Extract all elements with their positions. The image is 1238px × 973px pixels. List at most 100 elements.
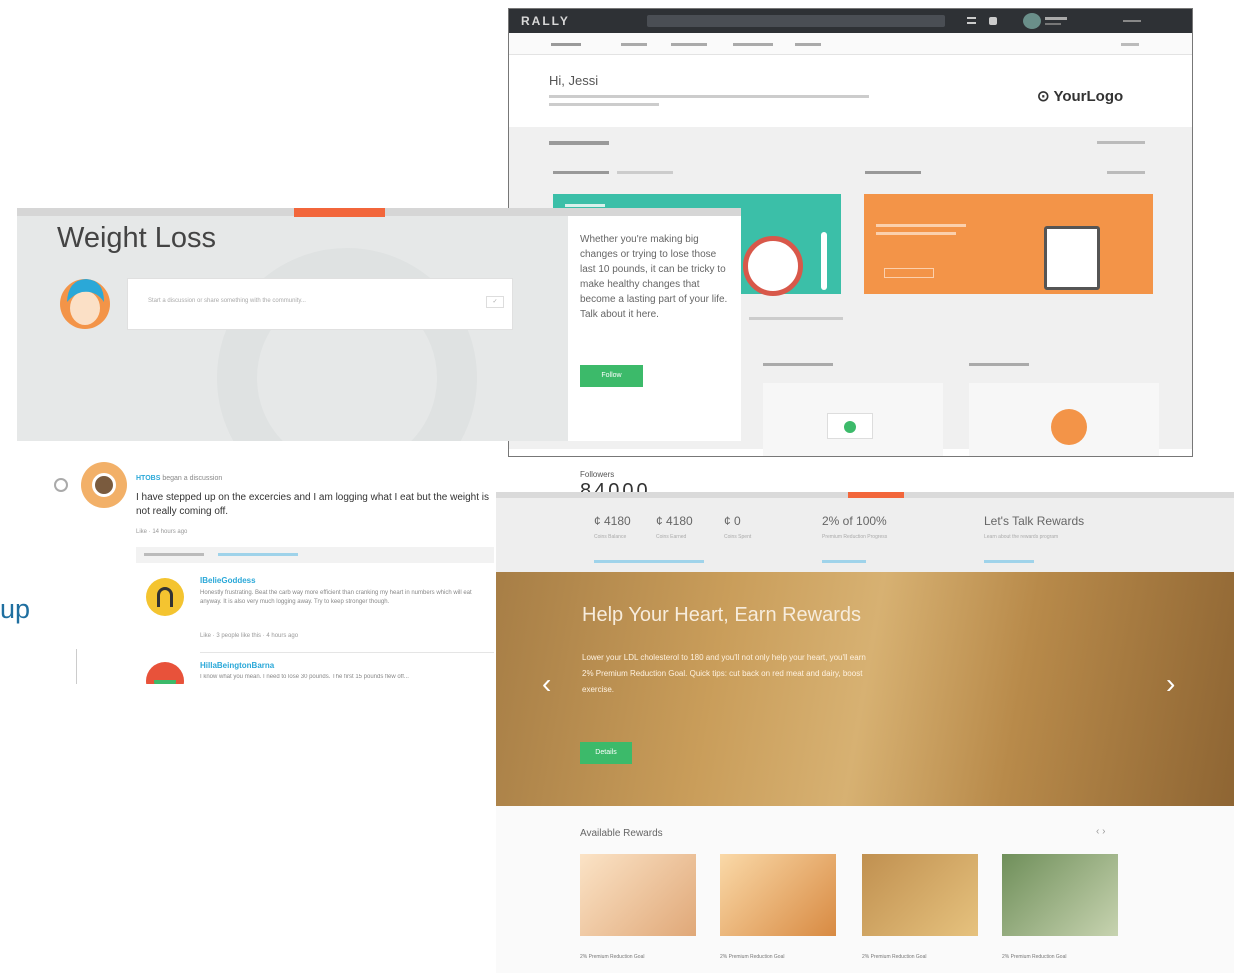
card-label bbox=[565, 204, 605, 207]
nav-item-challenges[interactable] bbox=[671, 43, 707, 46]
card-text bbox=[876, 224, 966, 227]
reward-image[interactable] bbox=[580, 854, 696, 936]
stat-value: ¢ 4180 bbox=[594, 514, 631, 528]
avatar[interactable] bbox=[1023, 13, 1041, 29]
card-2-title bbox=[865, 171, 921, 174]
stat-value: Let's Talk Rewards bbox=[984, 514, 1085, 528]
greeting: Hi, Jessi bbox=[549, 73, 599, 88]
rewards-screenshot: ¢ 4180 Coins Balance ¢ 4180 Coins Earned… bbox=[496, 492, 1234, 973]
welcome-text bbox=[549, 95, 869, 98]
reward-image[interactable] bbox=[720, 854, 836, 936]
menu-icon[interactable] bbox=[967, 17, 976, 24]
background-watermark-icon bbox=[217, 248, 477, 441]
heart-icon bbox=[1051, 409, 1087, 445]
view-comments-link[interactable] bbox=[218, 553, 298, 556]
reward-image[interactable] bbox=[1002, 854, 1118, 936]
nav-item-dashboard[interactable] bbox=[551, 43, 581, 46]
card-1-title bbox=[553, 171, 609, 174]
stats-bar: ¢ 4180 Coins Balance ¢ 4180 Coins Earned… bbox=[496, 498, 1234, 572]
nav-item-communities[interactable] bbox=[733, 43, 773, 46]
clock-icon bbox=[743, 236, 803, 296]
card-2-value bbox=[1107, 171, 1145, 174]
available-rewards-section: Available Rewards ‹ › 2% Premium Reducti… bbox=[496, 806, 1234, 973]
hero-title: Help Your Heart, Earn Rewards bbox=[582, 604, 862, 626]
discussion-header: HTOBS began a discussion bbox=[136, 475, 222, 482]
card-text-2 bbox=[876, 232, 956, 235]
reward-image[interactable] bbox=[862, 854, 978, 936]
transactions-link[interactable] bbox=[594, 560, 704, 563]
reply-avatar bbox=[146, 578, 184, 616]
follow-button[interactable]: Follow bbox=[580, 365, 643, 387]
group-description: Whether you're making big changes or try… bbox=[580, 234, 728, 320]
avatar-face-icon bbox=[154, 680, 176, 684]
active-tab-indicator bbox=[294, 208, 385, 217]
avatar bbox=[81, 462, 127, 508]
resources-card[interactable] bbox=[969, 383, 1159, 456]
nav-item-more[interactable] bbox=[1121, 43, 1139, 46]
pagination[interactable] bbox=[749, 317, 843, 320]
recommended-card[interactable] bbox=[763, 383, 943, 456]
avatar-face-icon bbox=[92, 473, 116, 497]
clipboard-icon bbox=[1044, 226, 1100, 290]
rewards-card[interactable] bbox=[864, 194, 1153, 294]
logo-mark-icon: ⊙ bbox=[1037, 88, 1054, 105]
sidebar: Whether you're making big changes or try… bbox=[568, 216, 741, 441]
page-title: Weight Loss bbox=[57, 222, 217, 254]
stat-label: Coins Spent bbox=[724, 534, 752, 540]
reply-text: Honestly frustrating. Beat the carb way … bbox=[200, 590, 472, 605]
submit-button[interactable]: ✓ bbox=[486, 296, 504, 308]
thread-line bbox=[76, 649, 77, 684]
hero-button[interactable]: Details bbox=[580, 742, 632, 764]
dashboard-nav bbox=[509, 33, 1192, 55]
reward-label[interactable]: 2% Premium Reduction Goal bbox=[720, 954, 784, 960]
followers-label: Followers bbox=[580, 470, 615, 479]
username-link[interactable]: HTOBS bbox=[136, 475, 160, 482]
stat-label: Coins Balance bbox=[594, 534, 627, 540]
reward-label[interactable]: 2% Premium Reduction Goal bbox=[580, 954, 644, 960]
recommended-heading bbox=[763, 363, 833, 366]
welcome-text-2 bbox=[549, 103, 659, 106]
user-menu[interactable] bbox=[1045, 17, 1067, 20]
avatar bbox=[60, 279, 110, 329]
dashboard-topbar: RALLY bbox=[509, 9, 1192, 33]
reply-username[interactable]: HillaBeingtonBarna bbox=[200, 661, 274, 670]
resources-heading bbox=[969, 363, 1029, 366]
like-count[interactable] bbox=[144, 553, 204, 556]
company-logo: ⊙ YourLogo bbox=[1037, 88, 1124, 105]
check-icon bbox=[844, 421, 856, 433]
user-menu-sub bbox=[1045, 23, 1061, 25]
nav-item-missions[interactable] bbox=[621, 43, 647, 46]
card-button[interactable] bbox=[884, 268, 934, 278]
discussion-action: began a discussion bbox=[162, 475, 223, 482]
post-input[interactable]: Start a discussion or share something wi… bbox=[148, 298, 306, 304]
reply-divider bbox=[200, 652, 494, 653]
chevron-right-icon[interactable]: › bbox=[1166, 668, 1175, 700]
weight-loss-screenshot: Weight Loss Start a discussion or share … bbox=[17, 208, 741, 441]
view-details-link[interactable] bbox=[1097, 141, 1145, 144]
notification-icon[interactable] bbox=[989, 17, 997, 25]
program-link[interactable] bbox=[984, 560, 1034, 563]
progress-heading bbox=[549, 141, 609, 145]
section-title: Available Rewards bbox=[580, 828, 663, 839]
view-details-link[interactable] bbox=[822, 560, 866, 563]
logout-link[interactable] bbox=[1123, 20, 1141, 22]
reward-label[interactable]: 2% Premium Reduction Goal bbox=[862, 954, 926, 960]
discussion-screenshot: HTOBS began a discussion I have stepped … bbox=[54, 459, 494, 684]
discussion-meta: Like · 14 hours ago bbox=[136, 529, 188, 535]
stat-label: Learn about the rewards program bbox=[984, 534, 1059, 540]
reply-username[interactable]: IBelieGoddess bbox=[200, 576, 256, 585]
fork-icon bbox=[821, 232, 827, 290]
reply-avatar bbox=[146, 662, 184, 684]
nav-item-rewards[interactable] bbox=[795, 43, 821, 46]
search-input[interactable] bbox=[647, 15, 945, 27]
chevron-left-icon[interactable]: ‹ bbox=[542, 668, 551, 700]
carousel-arrows-icon[interactable]: ‹ › bbox=[1096, 826, 1105, 837]
recommendation-icon bbox=[827, 413, 873, 439]
discussion-body: I have stepped up on the excercies and I… bbox=[136, 492, 490, 517]
reply-meta: Like · 3 people like this · 4 hours ago bbox=[200, 633, 299, 639]
collapse-toggle-icon[interactable] bbox=[54, 478, 68, 492]
hero-text: Lower your LDL cholesterol to 180 and yo… bbox=[582, 653, 866, 694]
stat-label: Premium Reduction Progress bbox=[822, 534, 888, 540]
reward-label[interactable]: 2% Premium Reduction Goal bbox=[1002, 954, 1066, 960]
stat-value: 2% of 100% bbox=[822, 514, 887, 528]
